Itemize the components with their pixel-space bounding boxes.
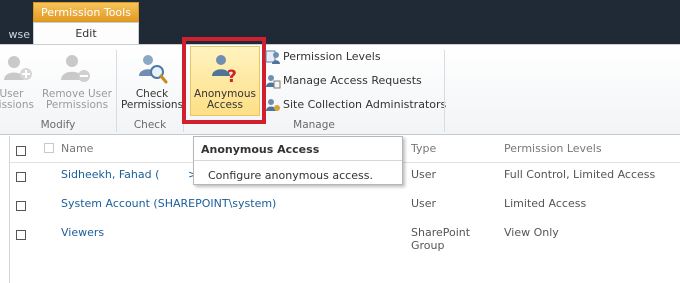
column-header-type[interactable]: Type <box>411 138 436 160</box>
table-row-levels: Full Control, Limited Access <box>504 168 656 181</box>
table-row-type: User <box>411 168 437 181</box>
table-row-levels: View Only <box>504 226 559 239</box>
user-magnifier-icon <box>139 55 168 84</box>
site-admins-icon <box>266 99 280 111</box>
column-header-name[interactable]: Name <box>61 138 93 160</box>
remove-label-2: Permissions <box>45 99 109 111</box>
tab-browse[interactable]: wse <box>0 26 31 44</box>
grant-permissions-button[interactable]: t User nissions <box>0 52 40 112</box>
manage-access-requests-label: Manage Access Requests <box>283 74 422 87</box>
table-row-name-link[interactable]: System Account (SHAREPOINT\system) <box>61 197 276 210</box>
site-collection-administrators-label: Site Collection Administrators <box>283 98 447 111</box>
permission-levels-label: Permission Levels <box>283 50 381 63</box>
manage-access-requests-button[interactable]: Manage Access Requests <box>265 71 425 91</box>
group-separator <box>444 50 445 132</box>
table-row-type: Group <box>411 239 445 252</box>
column-header-permission-levels[interactable]: Permission Levels <box>504 138 602 160</box>
access-requests-icon <box>266 75 281 89</box>
site-collection-administrators-button[interactable]: Site Collection Administrators <box>265 95 447 115</box>
table-row-type: User <box>411 197 437 210</box>
row-checkbox[interactable] <box>16 230 26 240</box>
table-row-levels: Limited Access <box>504 197 587 210</box>
table-row-name-link[interactable]: Sidheekh, Fahad ( <box>61 168 159 181</box>
group-label-modify: Modify <box>40 119 76 131</box>
group-label-manage: Manage <box>293 119 335 131</box>
grant-label-2: nissions <box>0 99 34 111</box>
tooltip-description: Configure anonymous access. <box>208 169 373 182</box>
table-row-name-link[interactable]: Viewers <box>61 226 104 239</box>
select-all-checkbox[interactable] <box>16 146 26 156</box>
group-label-check: Check <box>133 119 167 131</box>
header-checkbox[interactable] <box>44 143 54 153</box>
user-add-icon <box>4 56 32 80</box>
row-checkbox[interactable] <box>16 201 26 211</box>
check-label-2: Permissions <box>120 99 184 111</box>
row-checkbox[interactable] <box>16 172 26 182</box>
anonymous-access-tooltip: Anonymous Access Configure anonymous acc… <box>193 136 403 185</box>
user-remove-icon <box>61 55 90 82</box>
tooltip-divider <box>194 160 402 161</box>
permission-levels-icon <box>265 50 280 64</box>
table-row-type: SharePoint <box>411 226 471 239</box>
check-permissions-button[interactable]: Check Permissions <box>120 52 184 112</box>
permission-tools-context-label: Permission Tools <box>33 2 139 22</box>
highlight-box <box>182 37 266 124</box>
permission-levels-button[interactable]: Permission Levels <box>265 47 405 67</box>
remove-user-permissions-button[interactable]: Remove User Permissions <box>42 52 112 112</box>
tooltip-title: Anonymous Access <box>201 143 320 156</box>
tab-edit[interactable]: Edit <box>33 22 139 45</box>
